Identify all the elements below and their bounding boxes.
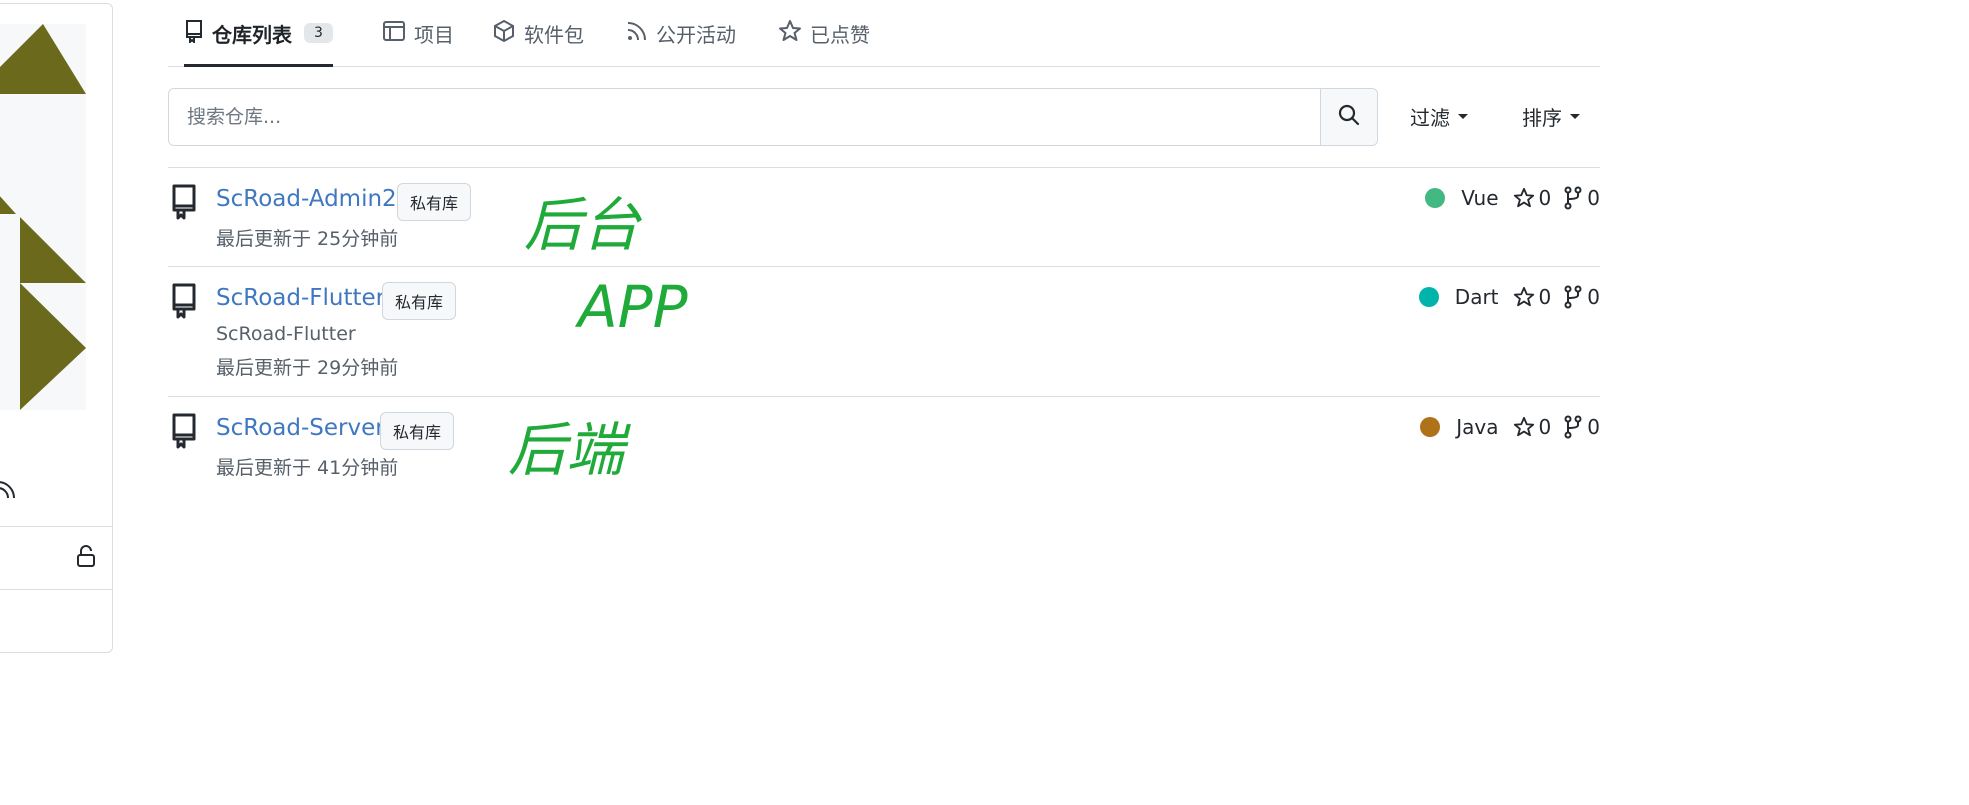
avatar[interactable]	[0, 24, 86, 410]
repo-meta: Vue 0 0	[1425, 186, 1600, 210]
tab-projects[interactable]: 项目	[382, 0, 454, 66]
unlock-icon	[76, 545, 96, 571]
rss-icon[interactable]	[0, 480, 18, 504]
language-label: Dart	[1454, 285, 1499, 309]
repo-icon	[170, 184, 198, 224]
tab-label: 仓库列表	[212, 22, 292, 47]
profile-tabs: 仓库列表 3 项目 软件包 公开活动 已点赞	[168, 0, 1600, 67]
annotation-label: 后台	[524, 191, 641, 259]
repo-count-badge: 3	[304, 23, 333, 43]
tab-starred[interactable]: 已点赞	[778, 0, 870, 66]
list-item: ScRoad-Flutter 私有库 ScRoad-Flutter 最后更新于 …	[168, 266, 1600, 396]
tab-public-activity[interactable]: 公开活动	[626, 0, 736, 66]
stars-count[interactable]: 0	[1513, 285, 1551, 309]
sidebar-row[interactable]	[0, 526, 112, 590]
visibility-badge: 私有库	[397, 183, 472, 221]
tab-label: 软件包	[524, 22, 584, 47]
updated-time: 最后更新于 29分钟前	[216, 357, 399, 379]
star-icon	[1513, 416, 1534, 437]
repo-list: ScRoad-Admin2 私有库 最后更新于 25分钟前 后台 Vue 0 0…	[168, 167, 1600, 495]
tab-repositories[interactable]: 仓库列表 3	[184, 0, 333, 67]
chevron-down-icon	[1458, 113, 1468, 119]
forks-count[interactable]: 0	[1563, 415, 1600, 439]
star-icon	[778, 19, 802, 48]
tab-label: 已点赞	[810, 22, 870, 47]
language-color-dot	[1420, 417, 1441, 437]
language-color-dot	[1425, 188, 1446, 208]
repo-icon	[170, 413, 198, 453]
fork-icon	[1564, 186, 1582, 210]
language-label: Java	[1456, 415, 1499, 439]
project-icon	[382, 19, 406, 48]
stars-count[interactable]: 0	[1513, 186, 1551, 210]
tab-packages[interactable]: 软件包	[492, 0, 584, 66]
search-icon	[1337, 103, 1361, 131]
rss-icon	[626, 20, 648, 47]
profile-sidebar	[0, 3, 113, 653]
repo-meta: Java 0 0	[1420, 415, 1600, 439]
language-color-dot	[1418, 287, 1439, 307]
repo-name-link[interactable]: ScRoad-Admin2	[216, 186, 397, 212]
search-input[interactable]	[169, 89, 1319, 145]
forks-count[interactable]: 0	[1563, 186, 1600, 210]
list-item: ScRoad-Server 私有库 最后更新于 41分钟前 后端 Java 0 …	[168, 396, 1600, 495]
filter-dropdown[interactable]: 过滤	[1410, 98, 1468, 134]
repo-name-link[interactable]: ScRoad-Server	[216, 415, 385, 441]
repo-description: ScRoad-Flutter	[216, 323, 356, 345]
package-icon	[492, 19, 516, 48]
repo-name-link[interactable]: ScRoad-Flutter	[216, 285, 385, 311]
visibility-badge: 私有库	[380, 412, 455, 450]
star-icon	[1513, 286, 1534, 307]
chevron-down-icon	[1570, 113, 1580, 119]
fork-icon	[1564, 285, 1582, 309]
sort-label: 排序	[1522, 105, 1562, 130]
sort-dropdown[interactable]: 排序	[1522, 98, 1580, 134]
fork-icon	[1564, 415, 1582, 439]
star-icon	[1513, 187, 1534, 208]
repo-icon	[184, 19, 204, 48]
tab-label: 公开活动	[656, 22, 736, 47]
forks-count[interactable]: 0	[1563, 285, 1600, 309]
annotation-label: APP	[578, 273, 688, 341]
tab-label: 项目	[414, 22, 454, 47]
visibility-badge: 私有库	[382, 282, 457, 320]
filter-label: 过滤	[1410, 105, 1450, 130]
updated-time: 最后更新于 25分钟前	[216, 228, 399, 250]
search-button[interactable]	[1320, 89, 1377, 145]
list-item: ScRoad-Admin2 私有库 最后更新于 25分钟前 后台 Vue 0 0	[168, 167, 1600, 266]
annotation-label: 后端	[508, 416, 625, 484]
repo-icon	[170, 283, 198, 323]
updated-time: 最后更新于 41分钟前	[216, 457, 399, 479]
stars-count[interactable]: 0	[1513, 415, 1551, 439]
language-label: Vue	[1461, 186, 1499, 210]
repo-meta: Dart 0 0	[1418, 285, 1600, 309]
repo-search	[168, 88, 1378, 146]
